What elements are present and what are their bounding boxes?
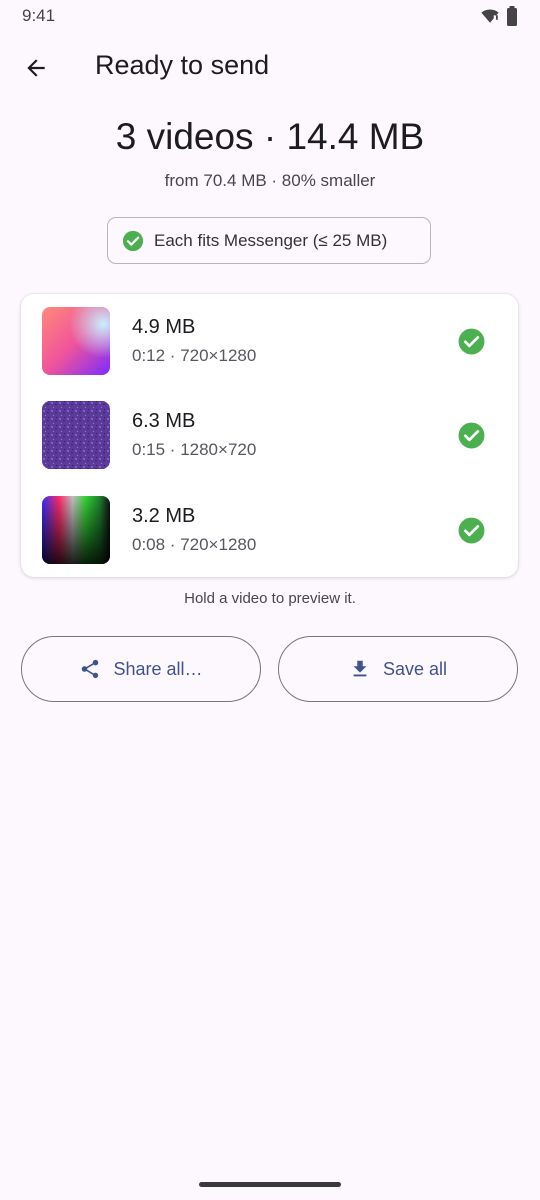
check-circle-icon	[458, 328, 485, 355]
video-size: 3.2 MB	[132, 505, 196, 527]
back-button[interactable]	[12, 44, 60, 92]
video-list: 4.9 MB 0:12 · 720×1280 6.3 MB 0:15 · 128…	[21, 294, 518, 577]
video-item[interactable]: 4.9 MB 0:12 · 720×1280	[21, 294, 518, 388]
fit-chip-label: Each fits Messenger (≤ 25 MB)	[154, 230, 388, 250]
status-bar: 9:41	[0, 0, 540, 32]
video-thumbnail	[42, 307, 110, 375]
status-time: 9:41	[22, 6, 56, 25]
share-icon	[82, 659, 99, 679]
video-item[interactable]: 3.2 MB 0:08 · 720×1280	[21, 483, 518, 577]
battery-icon	[507, 6, 517, 26]
video-thumbnail	[42, 401, 110, 469]
video-item[interactable]: 6.3 MB 0:15 · 1280×720	[21, 388, 518, 482]
check-circle-icon	[458, 517, 485, 544]
share-all-button[interactable]: Share all…	[21, 636, 261, 702]
video-size: 6.3 MB	[132, 410, 196, 432]
status-icons	[480, 6, 518, 26]
home-indicator[interactable]	[199, 1182, 341, 1187]
download-icon	[353, 660, 367, 677]
video-meta: 0:15 · 1280×720	[132, 440, 257, 459]
preview-hint: Hold a video to preview it.	[184, 590, 356, 607]
fit-chip[interactable]: Each fits Messenger (≤ 25 MB)	[107, 217, 431, 264]
save-all-label: Save all	[382, 658, 448, 679]
wifi-icon	[481, 9, 499, 23]
video-meta: 0:08 · 720×1280	[132, 535, 257, 554]
arrow-back-icon	[27, 59, 45, 77]
check-circle-icon	[122, 230, 144, 251]
page-title: Ready to send	[95, 50, 270, 80]
save-all-button[interactable]: Save all	[278, 636, 518, 702]
video-thumbnail	[42, 496, 110, 564]
video-meta: 0:12 · 720×1280	[132, 346, 257, 365]
check-circle-icon	[458, 422, 485, 449]
app-bar: Ready to send	[0, 36, 540, 100]
summary-subtitle: from 70.4 MB · 80% smaller	[164, 171, 376, 190]
video-size: 4.9 MB	[132, 316, 196, 338]
summary-title: 3 videos · 14.4 MB	[115, 116, 425, 157]
share-all-label: Share all…	[113, 658, 203, 679]
